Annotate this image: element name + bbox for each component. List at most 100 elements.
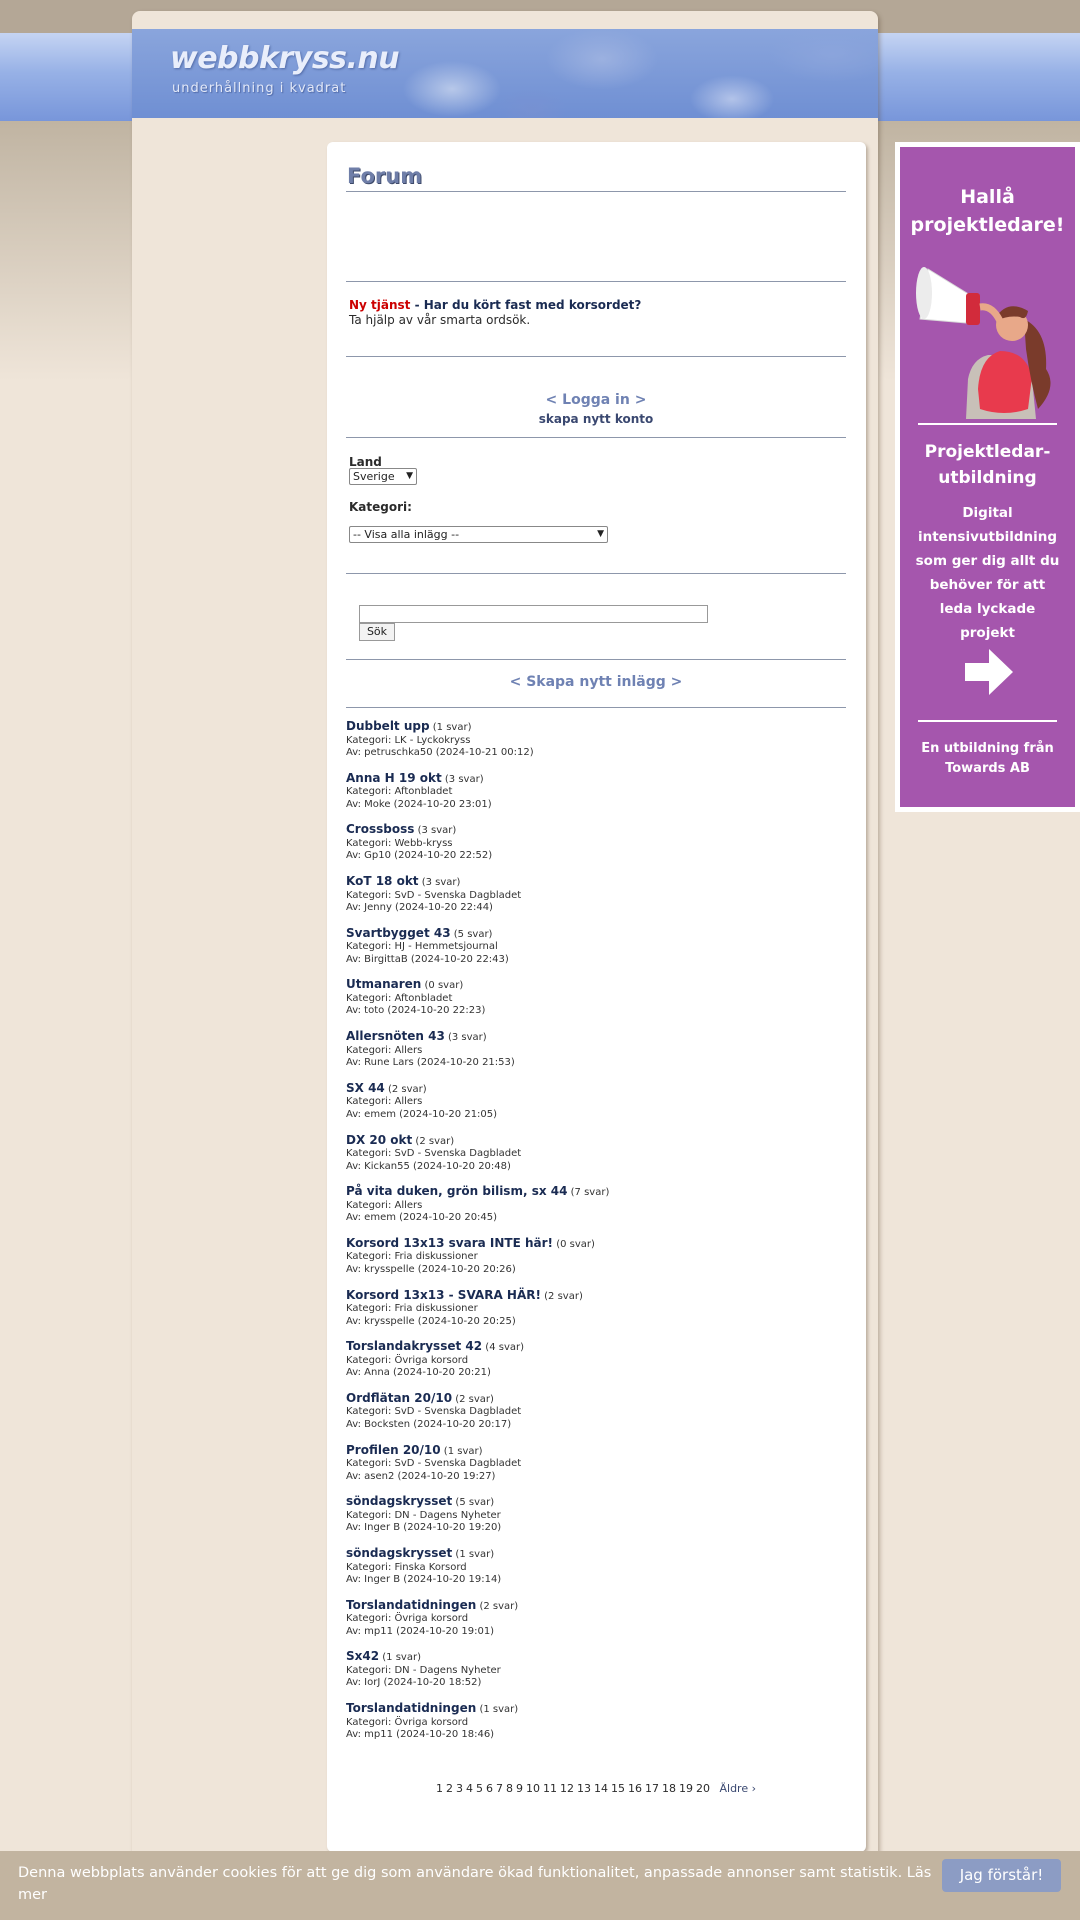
post-reply-count: (1 svar) bbox=[479, 1704, 519, 1716]
page-link[interactable]: 19 bbox=[679, 1782, 693, 1795]
ad-body-line: intensivutbildning bbox=[917, 529, 1058, 545]
post-category: Kategori: SvD - Svenska Dagbladet bbox=[346, 889, 522, 901]
post-title-link[interactable]: KoT 18 okt bbox=[346, 874, 419, 888]
promo-new-label[interactable]: Ny tjänst bbox=[349, 298, 410, 312]
arrow-right-icon bbox=[965, 649, 1013, 695]
post-reply-count: (3 svar) bbox=[444, 773, 484, 785]
post-reply-count: (3 svar) bbox=[447, 1032, 487, 1044]
search-input[interactable] bbox=[359, 605, 708, 623]
post-title-link[interactable]: Dubbelt upp bbox=[346, 719, 430, 733]
category-label: Kategori: bbox=[349, 500, 412, 514]
login-area: < Logga in > skapa nytt konto bbox=[346, 392, 846, 426]
post-title-link[interactable]: Korsord 13x13 svara INTE här! bbox=[346, 1236, 553, 1250]
page-link[interactable]: 14 bbox=[594, 1782, 608, 1795]
post-reply-count: (5 svar) bbox=[453, 928, 493, 940]
post-category: Kategori: Övriga korsord bbox=[346, 1716, 469, 1728]
post-title-link[interactable]: Torslandakrysset 42 bbox=[346, 1339, 482, 1353]
cookie-text[interactable]: Denna webbplats använder cookies för att… bbox=[18, 1862, 938, 1906]
post-reply-count: (2 svar) bbox=[415, 1135, 455, 1147]
promo-title[interactable]: - Har du kört fast med korsordet? bbox=[410, 298, 642, 312]
post-reply-count: (1 svar) bbox=[432, 722, 472, 733]
page-link[interactable]: 11 bbox=[543, 1782, 557, 1795]
site-logo[interactable]: webbkryss.nu bbox=[170, 41, 400, 76]
create-post-link[interactable]: < Skapa nytt inlägg > bbox=[346, 674, 846, 690]
ad-footer-line: En utbildning från bbox=[921, 741, 1054, 756]
post-title-link[interactable]: Sx42 bbox=[346, 1649, 379, 1663]
post-reply-count: (3 svar) bbox=[421, 877, 461, 889]
post-category: Kategori: SvD - Svenska Dagbladet bbox=[346, 1148, 522, 1159]
post-author: Av: Kickan55 (2024-10-20 20:48) bbox=[346, 1160, 511, 1172]
promo-box[interactable]: Ny tjänst - Har du kört fast med korsord… bbox=[349, 298, 641, 328]
ad-body-line: som ger dig allt du bbox=[915, 553, 1060, 569]
post-title-link[interactable]: söndagskrysset bbox=[346, 1494, 452, 1508]
category-select[interactable]: -- Visa alla inlägg -- ▼ bbox=[349, 526, 608, 543]
post-title-link[interactable]: Korsord 13x13 - SVARA HÄR! bbox=[346, 1288, 541, 1302]
list-item: KoT 18 okt (3 svar) Kategori: SvD - Svens… bbox=[346, 875, 846, 927]
post-title-link[interactable]: På vita duken, grön bilism, sx 44 bbox=[346, 1184, 567, 1198]
post-reply-count: (3 svar) bbox=[417, 825, 457, 837]
post-category: Kategori: Allers bbox=[346, 1199, 423, 1211]
page-link[interactable]: 15 bbox=[611, 1782, 625, 1795]
page-link[interactable]: 13 bbox=[577, 1782, 591, 1795]
page-link[interactable]: 7 bbox=[496, 1782, 503, 1795]
chevron-down-icon: ▼ bbox=[597, 529, 604, 539]
post-author: Av: krysspelle (2024-10-20 20:26) bbox=[346, 1263, 516, 1275]
ad-content[interactable]: Hallå projektledare! Projektledar- utbil… bbox=[900, 147, 1075, 807]
create-account-link[interactable]: skapa nytt konto bbox=[346, 412, 846, 426]
post-category: Kategori: Allers bbox=[346, 1044, 423, 1056]
post-title-link[interactable]: Utmanaren bbox=[346, 977, 421, 991]
search-button[interactable]: Sök bbox=[359, 623, 395, 641]
post-title-link[interactable]: Crossboss bbox=[346, 822, 414, 836]
post-title-link[interactable]: Anna H 19 okt bbox=[346, 771, 442, 785]
divider bbox=[346, 573, 846, 574]
list-item: Sx42 (1 svar) Kategori: DN - Dagens Nyhet… bbox=[346, 1650, 846, 1702]
post-list: Dubbelt upp (1 svar) Kategori: LK - Lycko… bbox=[346, 720, 846, 1754]
page-link[interactable]: 20 bbox=[696, 1782, 710, 1795]
post-author: Av: petruschka50 (2024-10-21 00:12) bbox=[346, 747, 534, 758]
list-item: DX 20 okt (2 svar) Kategori: SvD - Svensk… bbox=[346, 1133, 846, 1186]
post-title-link[interactable]: Torslandatidningen bbox=[346, 1598, 476, 1612]
ad-divider bbox=[918, 720, 1057, 722]
post-reply-count: (1 svar) bbox=[455, 1549, 495, 1560]
post-author: Av: Inger B (2024-10-20 19:20) bbox=[346, 1522, 502, 1534]
post-reply-count: (2 svar) bbox=[544, 1290, 583, 1302]
ad-banner[interactable]: Hallå projektledare! Projektledar- utbil… bbox=[895, 142, 1080, 812]
page-link[interactable]: 17 bbox=[645, 1782, 659, 1795]
post-reply-count: (4 svar) bbox=[485, 1342, 525, 1354]
ad-footer-line: Towards AB bbox=[945, 761, 1030, 776]
country-label: Land bbox=[349, 455, 382, 469]
page-link[interactable]: 1 bbox=[436, 1782, 443, 1795]
post-title-link[interactable]: DX 20 okt bbox=[346, 1133, 412, 1147]
ad-product-line: utbildning bbox=[938, 468, 1037, 488]
page-link[interactable]: 10 bbox=[526, 1782, 540, 1795]
cookie-accept-button[interactable]: Jag förstår! bbox=[942, 1859, 1061, 1892]
post-title-link[interactable]: Svartbygget 43 bbox=[346, 926, 451, 940]
post-title-link[interactable]: Ordflätan 20/10 bbox=[346, 1391, 452, 1405]
page-link[interactable]: 2 bbox=[446, 1782, 453, 1795]
megaphone-woman-illustration bbox=[916, 267, 1051, 419]
post-title-link[interactable]: SX 44 bbox=[346, 1081, 385, 1095]
post-title-link[interactable]: söndagskrysset bbox=[346, 1546, 452, 1560]
list-item: Allersnöten 43 (3 svar) Kategori: Allers A… bbox=[346, 1030, 846, 1082]
page-link[interactable]: 18 bbox=[662, 1782, 676, 1795]
page-link[interactable]: 3 bbox=[456, 1782, 463, 1795]
page-link[interactable]: 16 bbox=[628, 1782, 642, 1795]
list-item: söndagskrysset (1 svar) Kategori: Finska … bbox=[346, 1547, 846, 1599]
login-link[interactable]: < Logga in > bbox=[346, 392, 846, 408]
country-select[interactable]: Sverige ▼ bbox=[349, 468, 417, 485]
post-category: Kategori: HJ - Hemmetsjournal bbox=[346, 941, 498, 953]
older-page-link[interactable]: Äldre › bbox=[719, 1782, 756, 1795]
post-title-link[interactable]: Allersnöten 43 bbox=[346, 1029, 445, 1043]
country-select-value: Sverige bbox=[353, 470, 395, 483]
page-link[interactable]: 9 bbox=[516, 1782, 523, 1795]
page-link[interactable]: 8 bbox=[506, 1782, 513, 1795]
post-title-link[interactable]: Torslandatidningen bbox=[346, 1701, 476, 1715]
list-item: Crossboss (3 svar) Kategori: Webb-kryss Av… bbox=[346, 823, 846, 875]
page-link[interactable]: 6 bbox=[486, 1782, 493, 1795]
page-link[interactable]: 5 bbox=[476, 1782, 483, 1795]
divider bbox=[346, 707, 846, 708]
page-link[interactable]: 12 bbox=[560, 1782, 574, 1795]
list-item: Torslandatidningen (2 svar) Kategori: Övr… bbox=[346, 1598, 846, 1651]
page-link[interactable]: 4 bbox=[466, 1782, 473, 1795]
post-title-link[interactable]: Profilen 20/10 bbox=[346, 1443, 441, 1457]
